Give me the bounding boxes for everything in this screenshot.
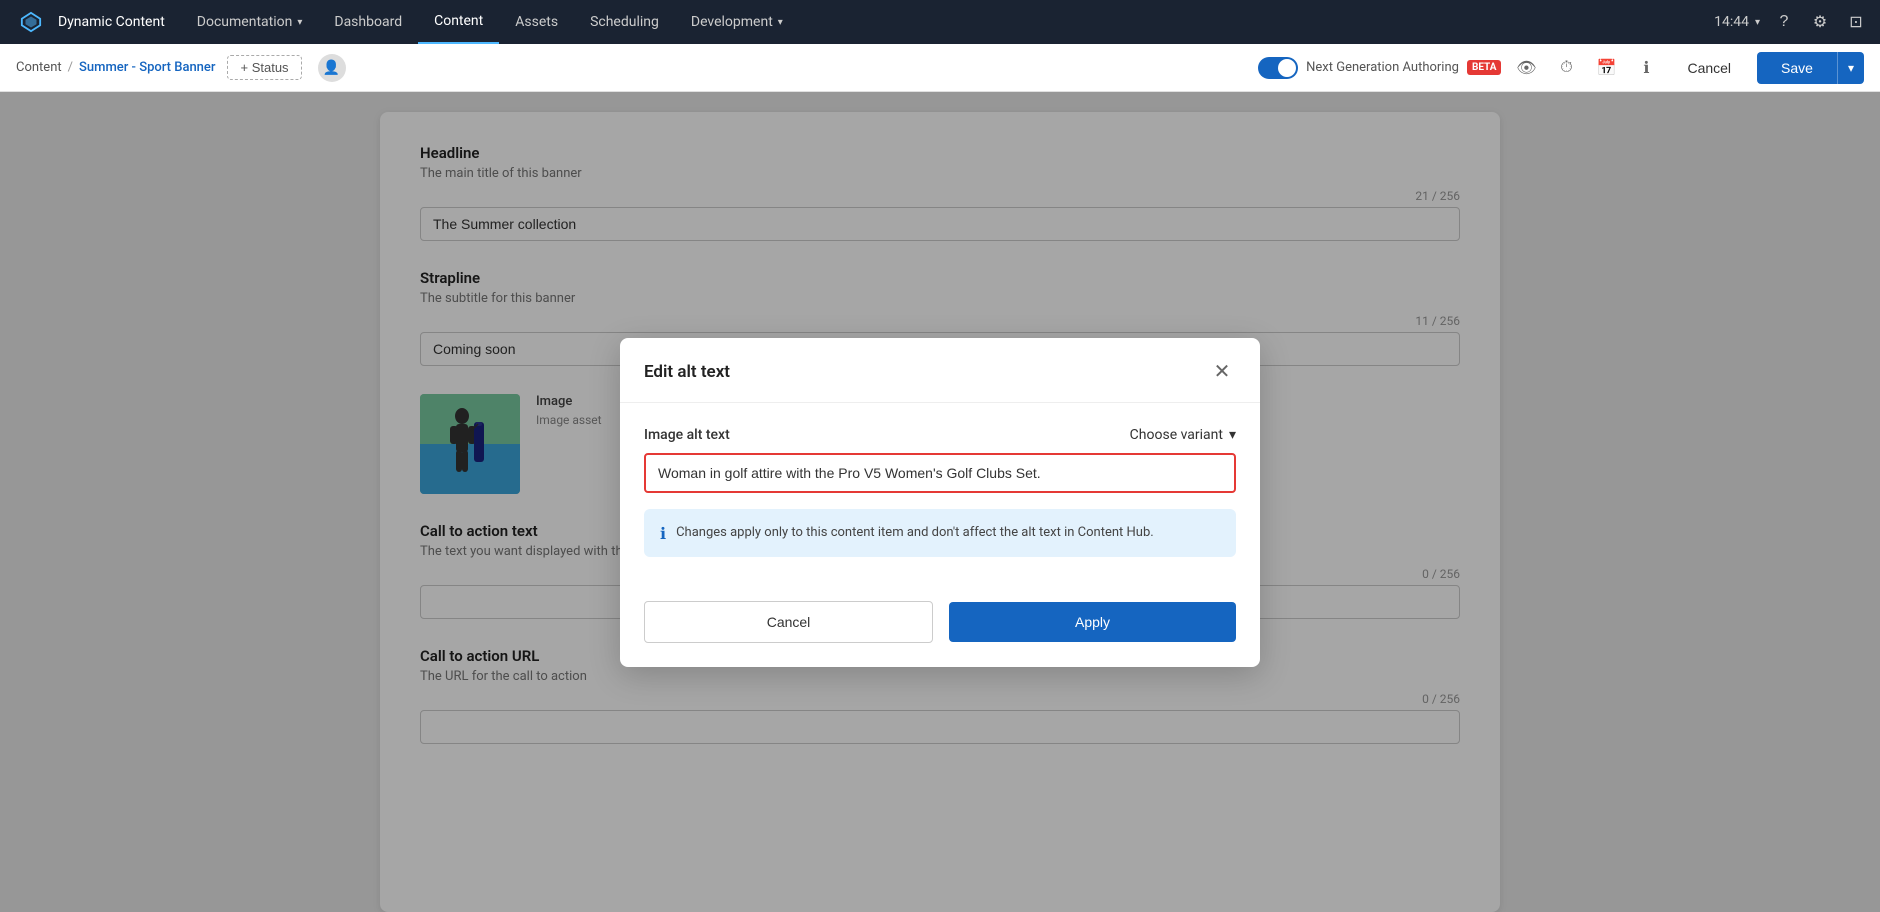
modal-footer: Cancel Apply <box>620 585 1260 667</box>
nga-label: Next Generation Authoring <box>1306 60 1459 75</box>
save-button[interactable]: Save <box>1757 52 1837 84</box>
save-button-group: Save ▾ <box>1757 52 1864 84</box>
help-icon[interactable]: ? <box>1768 6 1800 38</box>
nga-toggle-switch[interactable] <box>1258 57 1298 79</box>
nav-scheduling[interactable]: Scheduling <box>574 0 675 44</box>
breadcrumb: Content / Summer - Sport Banner <box>16 60 215 75</box>
nav-action-icons: ? ⚙ ⊡ <box>1760 6 1880 38</box>
nav-dashboard[interactable]: Dashboard <box>318 0 418 44</box>
avatar: 👤 <box>318 54 346 82</box>
edit-alt-text-modal: Edit alt text ✕ Image alt text Choose va… <box>620 338 1260 667</box>
nav-assets[interactable]: Assets <box>499 0 574 44</box>
modal-cancel-button[interactable]: Cancel <box>644 601 933 643</box>
chevron-down-icon: ▾ <box>297 17 302 28</box>
modal-field-row: Image alt text Choose variant ▾ <box>644 427 1236 443</box>
nga-toggle-group: Next Generation Authoring BETA <box>1258 57 1501 79</box>
avatar-button[interactable]: 👤 <box>318 54 346 82</box>
modal-header: Edit alt text ✕ <box>620 338 1260 403</box>
top-navigation: Dynamic Content Documentation ▾ Dashboar… <box>0 0 1880 44</box>
app-name: Dynamic Content <box>54 14 181 30</box>
breadcrumb-current: Summer - Sport Banner <box>79 60 215 75</box>
nav-content[interactable]: Content <box>418 0 499 44</box>
breadcrumb-separator: / <box>68 60 73 75</box>
history-icon[interactable]: ⏱ <box>1551 53 1581 83</box>
settings-icon[interactable]: ⚙ <box>1804 6 1836 38</box>
calendar-icon[interactable]: 📅 <box>1591 53 1621 83</box>
page-background: Headline The main title of this banner 2… <box>0 92 1880 912</box>
content-bar-right: Next Generation Authoring BETA 👁 ⏱ 📅 ℹ C… <box>1258 52 1864 84</box>
chevron-down-icon: ▾ <box>778 17 783 28</box>
status-button[interactable]: + Status <box>227 55 301 80</box>
info-icon[interactable]: ℹ <box>1631 53 1661 83</box>
app-logo[interactable] <box>8 11 54 33</box>
alt-text-input[interactable] <box>644 453 1236 493</box>
beta-badge: BETA <box>1467 60 1502 75</box>
nav-development[interactable]: Development ▾ <box>675 0 799 44</box>
modal-apply-button[interactable]: Apply <box>949 602 1236 642</box>
modal-body: Image alt text Choose variant ▾ ℹ Change… <box>620 403 1260 585</box>
save-dropdown-button[interactable]: ▾ <box>1837 52 1864 84</box>
modal-title: Edit alt text <box>644 362 730 382</box>
current-time: 14:44 ▾ <box>1714 14 1760 30</box>
nav-documentation[interactable]: Documentation ▾ <box>181 0 319 44</box>
content-bar: Content / Summer - Sport Banner + Status… <box>0 44 1880 92</box>
info-text: Changes apply only to this content item … <box>676 523 1154 543</box>
breadcrumb-root[interactable]: Content <box>16 60 62 75</box>
info-circle-icon: ℹ <box>660 524 666 543</box>
choose-variant-dropdown[interactable]: Choose variant ▾ <box>1130 427 1236 443</box>
modal-field-label: Image alt text <box>644 427 730 443</box>
modal-close-button[interactable]: ✕ <box>1208 358 1236 386</box>
external-link-icon[interactable]: ⊡ <box>1840 6 1872 38</box>
info-box: ℹ Changes apply only to this content ite… <box>644 509 1236 557</box>
modal-overlay: Edit alt text ✕ Image alt text Choose va… <box>0 92 1880 912</box>
preview-icon[interactable]: 👁 <box>1511 53 1541 83</box>
chevron-down-icon: ▾ <box>1229 427 1236 443</box>
cancel-button[interactable]: Cancel <box>1671 54 1747 82</box>
